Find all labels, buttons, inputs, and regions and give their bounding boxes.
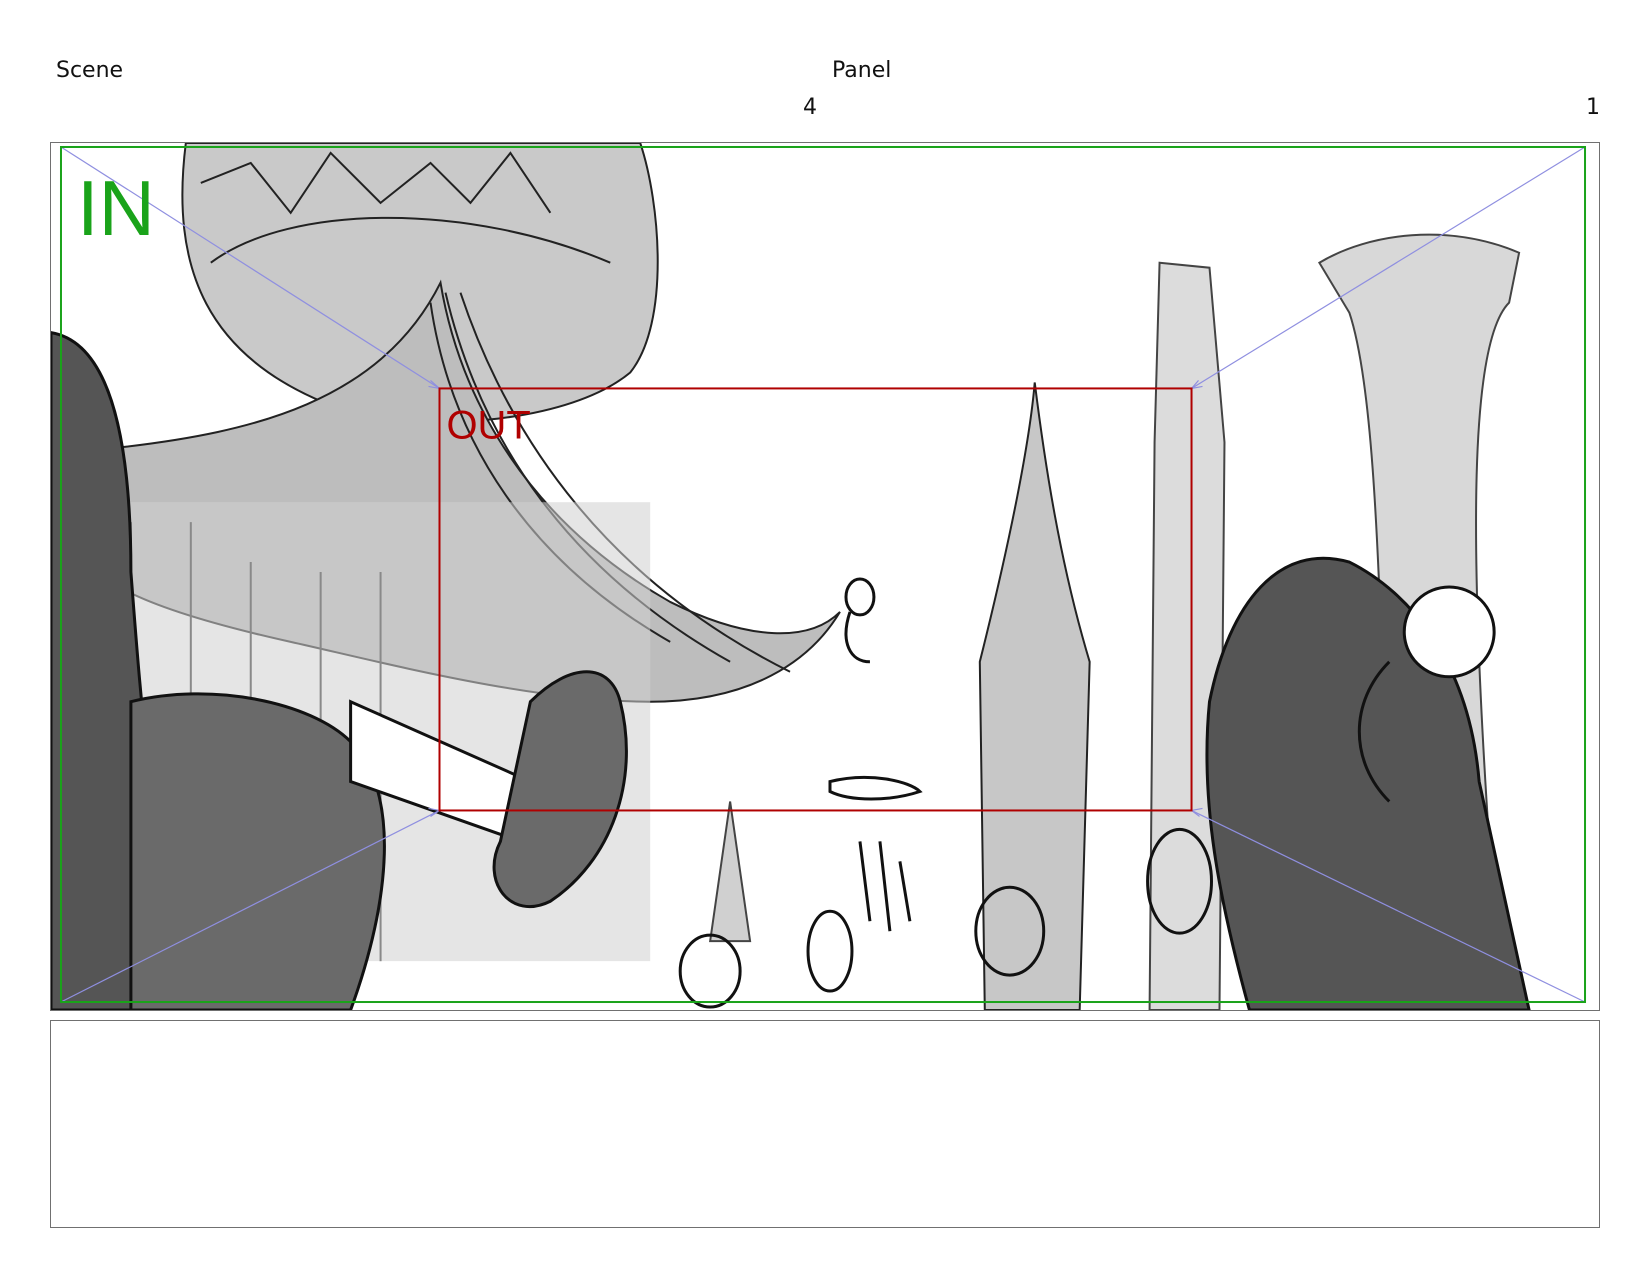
in-label: IN [77,166,155,252]
notes-box[interactable] [50,1020,1600,1228]
notes-text [51,1021,1599,1041]
scene-label: Scene [56,58,124,83]
sketch-right-character [1205,556,1531,1010]
out-label: OUT [446,403,530,447]
scene-number: 4 [803,95,817,120]
storyboard-frame: IN OUT [50,142,1600,1011]
panel-label: Panel [832,58,892,83]
storyboard-sketch: IN OUT [51,143,1587,1010]
panel-number: 1 [1586,95,1600,120]
